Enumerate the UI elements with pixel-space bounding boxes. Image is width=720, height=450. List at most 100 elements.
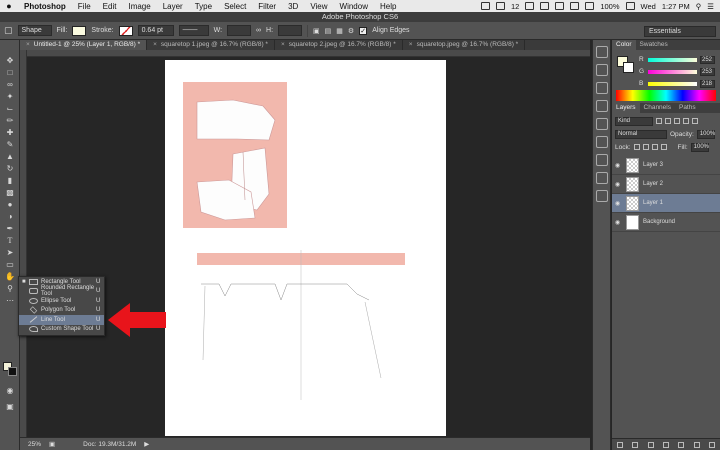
apple-menu-icon[interactable]: ● bbox=[0, 1, 18, 11]
red-slider[interactable] bbox=[648, 57, 697, 62]
close-tab-icon[interactable]: × bbox=[26, 40, 30, 50]
hand-tool-icon[interactable]: ✋ bbox=[3, 271, 17, 282]
horizontal-ruler[interactable] bbox=[27, 50, 590, 57]
paragraph-panel-icon[interactable] bbox=[595, 154, 608, 166]
export-icon[interactable]: ▣ bbox=[49, 440, 55, 448]
path-selection-tool-icon[interactable]: ➤ bbox=[3, 247, 17, 258]
line-tool-item[interactable]: Line Tool U bbox=[19, 315, 104, 325]
rounded-rectangle-tool-item[interactable]: Rounded Rectangle Tool U bbox=[19, 285, 104, 297]
new-layer-icon[interactable] bbox=[693, 441, 700, 448]
adjustments-panel-icon[interactable] bbox=[595, 118, 608, 130]
align-edges-checkbox[interactable]: ✓ bbox=[359, 26, 368, 35]
screen-mode-icon[interactable]: ▣ bbox=[3, 401, 17, 412]
color-spectrum[interactable] bbox=[616, 90, 716, 101]
layer-row[interactable]: ◉ Background bbox=[612, 213, 720, 232]
background-color[interactable] bbox=[8, 367, 17, 376]
menu-layer[interactable]: Layer bbox=[157, 2, 189, 11]
layer-row[interactable]: ◉ Layer 2 bbox=[612, 175, 720, 194]
workspace-switcher[interactable]: Essentials bbox=[644, 26, 716, 37]
tab-layers[interactable]: Layers bbox=[612, 103, 640, 113]
link-layers-icon[interactable] bbox=[616, 441, 623, 448]
quick-select-tool-icon[interactable]: ✦ bbox=[3, 91, 17, 102]
visibility-eye-icon[interactable]: ◉ bbox=[612, 200, 623, 207]
notifications-icon[interactable]: ☰ bbox=[707, 2, 714, 11]
document-page[interactable] bbox=[165, 60, 446, 436]
info-panel-icon[interactable] bbox=[595, 82, 608, 94]
wifi-icon[interactable] bbox=[570, 2, 580, 10]
layer-filter-select[interactable]: Kind bbox=[615, 116, 653, 126]
visibility-eye-icon[interactable]: ◉ bbox=[612, 162, 623, 169]
menu-help[interactable]: Help bbox=[374, 2, 402, 11]
clock-icon[interactable] bbox=[540, 2, 550, 10]
height-field[interactable] bbox=[278, 25, 303, 36]
red-value[interactable]: 252 bbox=[700, 55, 715, 64]
tab-squaretop-2[interactable]: × squaretop 2.jpeg @ 16.7% (RGB/8) * bbox=[275, 40, 403, 50]
quick-mask-icon[interactable]: ◉ bbox=[3, 385, 17, 396]
battery-icon[interactable] bbox=[625, 2, 635, 10]
menu-edit[interactable]: Edit bbox=[97, 2, 123, 11]
ellipse-tool-item[interactable]: Ellipse Tool U bbox=[19, 296, 104, 306]
zoom-tool-icon[interactable]: ⚲ bbox=[3, 283, 17, 294]
stroke-swatch[interactable] bbox=[118, 25, 133, 36]
color-swatches[interactable] bbox=[3, 362, 17, 376]
blue-slider[interactable] bbox=[648, 81, 697, 86]
adobe-icon[interactable] bbox=[496, 2, 505, 10]
evernote-icon[interactable] bbox=[481, 2, 490, 10]
stroke-type-select[interactable]: ─── bbox=[178, 25, 209, 36]
path-alignment-icon[interactable]: ▤ bbox=[325, 27, 332, 35]
menu-select[interactable]: Select bbox=[218, 2, 252, 11]
add-mask-icon[interactable] bbox=[647, 441, 654, 448]
gradient-tool-icon[interactable]: ▩ bbox=[3, 187, 17, 198]
filter-smart-icon[interactable] bbox=[692, 118, 698, 124]
extra-tool-icon[interactable]: ⋯ bbox=[3, 295, 17, 306]
filter-pixel-icon[interactable] bbox=[656, 118, 662, 124]
lock-transparency-icon[interactable] bbox=[633, 144, 640, 150]
tool-mode-select[interactable]: Shape bbox=[17, 25, 52, 36]
visibility-eye-icon[interactable]: ◉ bbox=[612, 181, 623, 188]
filter-shape-icon[interactable] bbox=[683, 118, 689, 124]
new-group-icon[interactable] bbox=[678, 441, 685, 448]
tab-channels[interactable]: Channels bbox=[640, 103, 675, 113]
path-operations-icon[interactable]: ▣ bbox=[313, 27, 320, 35]
adjustment-layer-icon[interactable] bbox=[662, 441, 669, 448]
menu-view[interactable]: View bbox=[304, 2, 333, 11]
zoom-level[interactable]: 25% bbox=[28, 441, 41, 448]
character-panel-icon[interactable] bbox=[595, 136, 608, 148]
lock-position-icon[interactable] bbox=[651, 144, 658, 150]
eraser-tool-icon[interactable]: ▮ bbox=[3, 175, 17, 186]
history-brush-tool-icon[interactable]: ↻ bbox=[3, 163, 17, 174]
status-menu-arrow-icon[interactable]: ▶ bbox=[144, 440, 149, 448]
polygon-tool-item[interactable]: Polygon Tool U bbox=[19, 306, 104, 316]
styles-panel-icon[interactable] bbox=[595, 172, 608, 184]
link-icon[interactable]: ∞ bbox=[256, 27, 261, 34]
blue-value[interactable]: 218 bbox=[700, 79, 715, 88]
layer-row[interactable]: ◉ Layer 3 bbox=[612, 156, 720, 175]
blur-tool-icon[interactable]: ● bbox=[3, 199, 17, 210]
history-panel-icon[interactable] bbox=[595, 46, 608, 58]
menubar-day[interactable]: Wed bbox=[641, 2, 656, 11]
close-tab-icon[interactable]: × bbox=[409, 40, 413, 50]
tab-squaretop[interactable]: × squaretop.jpeg @ 16.7% (RGB/8) * bbox=[403, 40, 526, 50]
drive-icon[interactable] bbox=[525, 2, 535, 10]
path-arrangement-icon[interactable]: ▦ bbox=[336, 27, 343, 35]
filter-type-icon[interactable] bbox=[674, 118, 680, 124]
filter-adjustment-icon[interactable] bbox=[665, 118, 671, 124]
dodge-tool-icon[interactable]: ◑ bbox=[3, 211, 17, 222]
tab-squaretop-1[interactable]: × squaretop 1.jpeg @ 16.7% (RGB/8) * bbox=[147, 40, 275, 50]
fill-swatch[interactable] bbox=[72, 25, 87, 36]
pen-tool-icon[interactable]: ✒ bbox=[3, 223, 17, 234]
properties-panel-icon[interactable] bbox=[595, 64, 608, 76]
opacity-field[interactable]: 100% bbox=[696, 129, 715, 139]
color-background-swatch[interactable] bbox=[623, 62, 634, 73]
type-tool-icon[interactable]: T bbox=[3, 235, 17, 246]
menu-file[interactable]: File bbox=[72, 2, 97, 11]
menu-filter[interactable]: Filter bbox=[252, 2, 282, 11]
settings-gear-icon[interactable]: ⚙ bbox=[348, 27, 354, 35]
eyedropper-tool-icon[interactable]: ✏ bbox=[3, 115, 17, 126]
bluetooth-icon[interactable] bbox=[555, 2, 565, 10]
close-tab-icon[interactable]: × bbox=[153, 40, 157, 50]
layer-row-selected[interactable]: ◉ Layer 1 bbox=[612, 194, 720, 213]
canvas-area[interactable] bbox=[27, 57, 590, 437]
green-slider[interactable] bbox=[648, 69, 697, 74]
menu-image[interactable]: Image bbox=[122, 2, 156, 11]
